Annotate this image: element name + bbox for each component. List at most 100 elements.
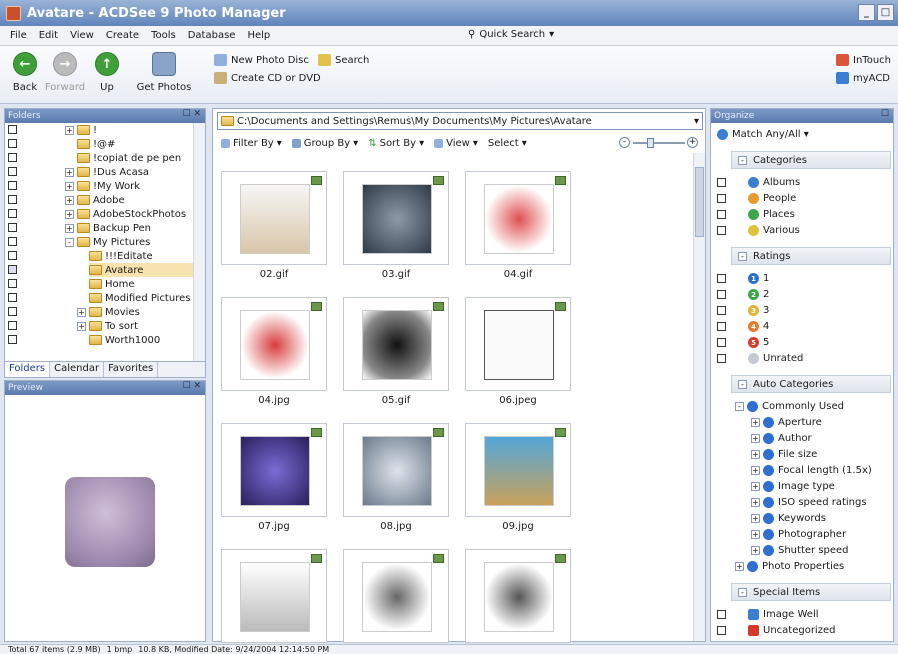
checkbox[interactable] [8,125,17,134]
thumbnail[interactable] [465,297,571,391]
expand-icon[interactable]: + [77,307,86,317]
tree-item[interactable]: Worth1000 [89,333,160,347]
tree-item[interactable]: + !Dus Acasa [65,165,149,179]
tree-item[interactable]: + AdobeStockPhotos [65,207,186,221]
checkbox[interactable] [8,139,17,148]
expand-icon[interactable]: + [65,195,74,205]
rating-2[interactable]: 22 [717,289,769,300]
collapse-icon[interactable]: - [738,155,747,165]
auto-item[interactable]: + Author [751,433,812,444]
auto-item[interactable]: + Photographer [751,529,846,540]
categories-header[interactable]: - Categories [731,151,891,169]
tree-item[interactable]: + Movies [77,305,140,319]
rating-unrated[interactable]: Unrated [717,353,803,364]
rating-5[interactable]: 55 [717,337,769,348]
expand-icon[interactable]: + [751,466,760,475]
menu-database[interactable]: Database [188,30,236,41]
expand-icon[interactable]: + [65,125,74,135]
collapse-icon[interactable]: - [738,587,747,597]
checkbox[interactable] [8,293,17,302]
thumbnail[interactable] [465,549,571,643]
tree-item[interactable]: + To sort [77,319,138,333]
ratings-header[interactable]: - Ratings [731,247,891,265]
expand-icon[interactable]: + [751,530,760,539]
thumbnail[interactable] [465,423,571,517]
tree-item[interactable]: - My Pictures [65,235,150,249]
chevron-down-icon[interactable]: ▾ [694,116,699,127]
expand-icon[interactable]: + [65,181,74,191]
expand-icon[interactable]: + [751,482,760,491]
auto-item[interactable]: + Keywords [751,513,826,524]
sort-by-button[interactable]: ⇅ Sort By ▾ [368,138,424,149]
auto-photo-properties[interactable]: + Photo Properties [735,561,844,572]
checkbox[interactable] [717,610,726,619]
expand-icon[interactable]: + [751,418,760,427]
rating-1[interactable]: 11 [717,273,769,284]
select-button[interactable]: Select ▾ [488,138,527,149]
expand-icon[interactable]: + [77,321,86,331]
zoom-out-icon[interactable]: - [619,137,630,148]
auto-item[interactable]: + Aperture [751,417,822,428]
auto-item[interactable]: + ISO speed ratings [751,497,867,508]
tree-item[interactable]: !!!Editate [89,249,153,263]
thumbnail[interactable] [221,423,327,517]
checkbox[interactable] [8,237,17,246]
checkbox[interactable] [717,626,726,635]
expand-icon[interactable]: + [751,450,760,459]
tab-favorites[interactable]: Favorites [104,362,159,377]
checkbox[interactable] [8,167,17,176]
expand-icon[interactable]: + [65,209,74,219]
thumbnail[interactable] [343,297,449,391]
tree-item[interactable]: !copiat de pe pen [77,151,181,165]
group-by-button[interactable]: Group By ▾ [291,138,358,149]
filter-by-button[interactable]: Filter By ▾ [221,138,282,149]
checkbox[interactable] [717,274,726,283]
category-people[interactable]: People [717,193,796,204]
intouch-button[interactable]: InTouch [836,54,891,66]
thumbnail[interactable] [343,549,449,643]
checkbox[interactable] [717,194,726,203]
tree-item[interactable]: + !My Work [65,179,140,193]
pin-icon[interactable]: ☐ ✕ [183,109,201,119]
quick-search[interactable]: ⚲ Quick Search ▾ [468,29,554,40]
checkbox[interactable] [717,322,726,331]
menu-file[interactable]: File [10,30,27,41]
tree-item[interactable]: +! [65,123,97,137]
thumbnail[interactable] [343,423,449,517]
up-button[interactable]: ↑ Up [84,52,130,93]
checkbox[interactable] [717,226,726,235]
tree-item[interactable]: Home [89,277,135,291]
collapse-icon[interactable]: - [738,379,747,389]
special-items-header[interactable]: - Special Items [731,583,891,601]
auto-item[interactable]: + Shutter speed [751,545,849,556]
pin-icon[interactable]: ☐ [881,109,889,119]
collapse-icon[interactable]: - [738,251,747,261]
checkbox[interactable] [8,153,17,162]
tree-item[interactable]: !@# [77,137,115,151]
special-uncategorized[interactable]: Uncategorized [717,625,835,636]
checkbox[interactable] [717,290,726,299]
expand-icon[interactable]: + [751,498,760,507]
auto-item[interactable]: + File size [751,449,817,460]
thumbnail[interactable] [221,297,327,391]
auto-item[interactable]: + Focal length (1.5x) [751,465,872,476]
search-button[interactable]: Search [318,54,369,66]
get-photos-button[interactable]: Get Photos [132,52,196,93]
checkbox[interactable] [8,209,17,218]
match-any-all-dropdown[interactable]: Match Any/All ▾ [717,129,809,140]
expand-icon[interactable]: + [751,434,760,443]
tree-item[interactable]: + Adobe [65,193,125,207]
checkbox[interactable] [717,178,726,187]
checkbox[interactable] [8,195,17,204]
category-various[interactable]: Various [717,225,800,236]
folders-scrollbar[interactable] [193,123,205,361]
expand-icon[interactable]: + [65,167,74,177]
scroll-thumb[interactable] [695,167,704,237]
category-places[interactable]: Places [717,209,795,220]
zoom-thumb[interactable] [647,138,654,148]
expand-icon[interactable]: + [751,514,760,523]
myacd-button[interactable]: myACD [836,72,890,84]
pin-icon[interactable]: ☐ ✕ [183,381,201,391]
new-photo-disc-button[interactable]: New Photo Disc [214,54,309,66]
tree-item[interactable]: Modified Pictures [89,291,190,305]
